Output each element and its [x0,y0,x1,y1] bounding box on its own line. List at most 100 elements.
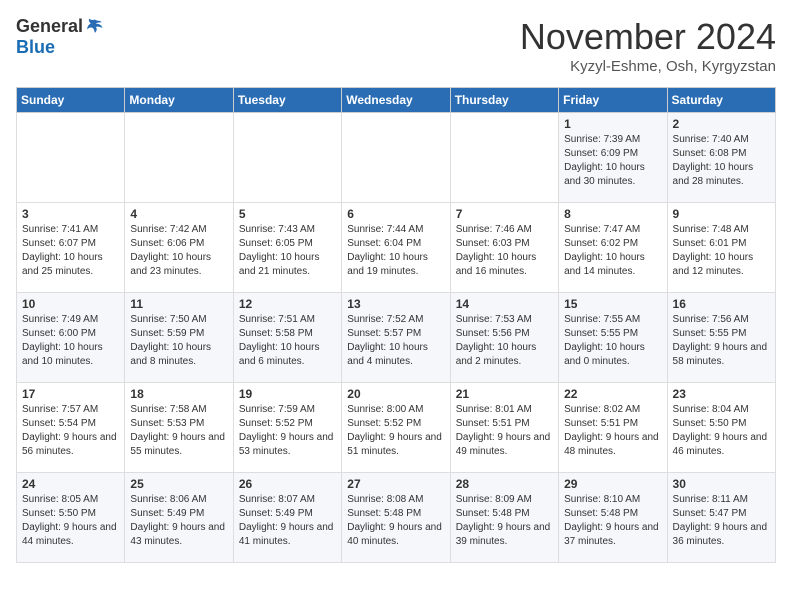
header-row: SundayMondayTuesdayWednesdayThursdayFrid… [17,88,776,113]
day-info: Sunrise: 8:07 AMSunset: 5:49 PMDaylight:… [239,493,336,549]
day-info: Sunrise: 7:50 AMSunset: 5:59 PMDaylight:… [130,313,227,369]
day-info: Sunrise: 7:56 AMSunset: 5:55 PMDaylight:… [673,313,770,369]
title-section: November 2024 Kyzyl-Eshme, Osh, Kyrgyzst… [520,16,776,75]
header-day-monday: Monday [125,88,233,113]
logo-bird-icon [85,17,105,37]
day-info: Sunrise: 7:58 AMSunset: 5:53 PMDaylight:… [130,403,227,459]
calendar-cell [233,113,341,203]
day-number: 19 [239,387,336,401]
day-number: 29 [564,477,661,491]
calendar-cell: 13Sunrise: 7:52 AMSunset: 5:57 PMDayligh… [342,293,450,383]
calendar-cell: 11Sunrise: 7:50 AMSunset: 5:59 PMDayligh… [125,293,233,383]
calendar-cell: 7 Sunrise: 7:46 AMSunset: 6:03 PMDaylight… [450,203,558,293]
day-number: 23 [673,387,770,401]
header-day-thursday: Thursday [450,88,558,113]
day-info: Sunrise: 7:59 AMSunset: 5:52 PMDaylight:… [239,403,336,459]
header-day-sunday: Sunday [17,88,125,113]
day-number: 30 [673,477,770,491]
calendar-cell [342,113,450,203]
day-info: Sunrise: 8:06 AMSunset: 5:49 PMDaylight:… [130,493,227,549]
day-number: 8 [564,207,661,221]
calendar-cell: 1 Sunrise: 7:39 AMSunset: 6:09 PMDaylight… [559,113,667,203]
calendar-cell: 18 Sunrise: 7:58 AMSunset: 5:53 PMDayligh… [125,383,233,473]
logo-general-text: General [16,16,83,37]
day-number: 20 [347,387,444,401]
day-number: 22 [564,387,661,401]
calendar-cell: 25 Sunrise: 8:06 AMSunset: 5:49 PMDayligh… [125,473,233,563]
day-number: 4 [130,207,227,221]
day-info: Sunrise: 8:11 AMSunset: 5:47 PMDaylight:… [673,493,770,549]
day-info: Sunrise: 7:42 AMSunset: 6:06 PMDaylight:… [130,223,227,279]
calendar-header: SundayMondayTuesdayWednesdayThursdayFrid… [17,88,776,113]
calendar-week-2: 3 Sunrise: 7:41 AMSunset: 6:07 PMDaylight… [17,203,776,293]
calendar-cell: 10Sunrise: 7:49 AMSunset: 6:00 PMDayligh… [17,293,125,383]
day-number: 18 [130,387,227,401]
day-info: Sunrise: 7:39 AMSunset: 6:09 PMDaylight:… [564,133,661,189]
header-day-wednesday: Wednesday [342,88,450,113]
calendar-cell: 3 Sunrise: 7:41 AMSunset: 6:07 PMDaylight… [17,203,125,293]
calendar-table: SundayMondayTuesdayWednesdayThursdayFrid… [16,87,776,563]
calendar-cell: 8Sunrise: 7:47 AMSunset: 6:02 PMDaylight… [559,203,667,293]
day-info: Sunrise: 7:44 AMSunset: 6:04 PMDaylight:… [347,223,444,279]
day-info: Sunrise: 7:46 AMSunset: 6:03 PMDaylight:… [456,223,553,279]
calendar-cell: 26Sunrise: 8:07 AMSunset: 5:49 PMDayligh… [233,473,341,563]
calendar-week-5: 24 Sunrise: 8:05 AMSunset: 5:50 PMDayligh… [17,473,776,563]
day-info: Sunrise: 8:08 AMSunset: 5:48 PMDaylight:… [347,493,444,549]
calendar-cell [125,113,233,203]
calendar-cell: 21Sunrise: 8:01 AMSunset: 5:51 PMDayligh… [450,383,558,473]
day-info: Sunrise: 8:05 AMSunset: 5:50 PMDaylight:… [22,493,119,549]
calendar-cell: 4 Sunrise: 7:42 AMSunset: 6:06 PMDaylight… [125,203,233,293]
day-info: Sunrise: 8:10 AMSunset: 5:48 PMDaylight:… [564,493,661,549]
calendar-cell [17,113,125,203]
calendar-cell: 6 Sunrise: 7:44 AMSunset: 6:04 PMDaylight… [342,203,450,293]
day-number: 17 [22,387,119,401]
calendar-cell: 22 Sunrise: 8:02 AMSunset: 5:51 PMDayligh… [559,383,667,473]
day-info: Sunrise: 7:51 AMSunset: 5:58 PMDaylight:… [239,313,336,369]
day-info: Sunrise: 8:04 AMSunset: 5:50 PMDaylight:… [673,403,770,459]
day-number: 28 [456,477,553,491]
header-day-tuesday: Tuesday [233,88,341,113]
day-info: Sunrise: 8:00 AMSunset: 5:52 PMDaylight:… [347,403,444,459]
day-info: Sunrise: 7:49 AMSunset: 6:00 PMDaylight:… [22,313,119,369]
logo: General Blue [16,16,105,58]
calendar-cell: 20 Sunrise: 8:00 AMSunset: 5:52 PMDayligh… [342,383,450,473]
calendar-week-4: 17 Sunrise: 7:57 AMSunset: 5:54 PMDayligh… [17,383,776,473]
day-info: Sunrise: 7:55 AMSunset: 5:55 PMDaylight:… [564,313,661,369]
calendar-cell: 23 Sunrise: 8:04 AMSunset: 5:50 PMDayligh… [667,383,775,473]
day-number: 5 [239,207,336,221]
calendar-cell: 27 Sunrise: 8:08 AMSunset: 5:48 PMDayligh… [342,473,450,563]
calendar-cell: 30 Sunrise: 8:11 AMSunset: 5:47 PMDayligh… [667,473,775,563]
day-info: Sunrise: 8:02 AMSunset: 5:51 PMDaylight:… [564,403,661,459]
header-day-saturday: Saturday [667,88,775,113]
day-info: Sunrise: 7:57 AMSunset: 5:54 PMDaylight:… [22,403,119,459]
calendar-cell: 12 Sunrise: 7:51 AMSunset: 5:58 PMDayligh… [233,293,341,383]
day-number: 6 [347,207,444,221]
day-number: 27 [347,477,444,491]
day-info: Sunrise: 7:40 AMSunset: 6:08 PMDaylight:… [673,133,770,189]
day-info: Sunrise: 7:53 AMSunset: 5:56 PMDaylight:… [456,313,553,369]
day-number: 1 [564,117,661,131]
calendar-week-3: 10Sunrise: 7:49 AMSunset: 6:00 PMDayligh… [17,293,776,383]
day-number: 7 [456,207,553,221]
day-info: Sunrise: 7:52 AMSunset: 5:57 PMDaylight:… [347,313,444,369]
calendar-cell: 16 Sunrise: 7:56 AMSunset: 5:55 PMDayligh… [667,293,775,383]
day-info: Sunrise: 7:41 AMSunset: 6:07 PMDaylight:… [22,223,119,279]
calendar-cell: 29 Sunrise: 8:10 AMSunset: 5:48 PMDayligh… [559,473,667,563]
calendar-cell: 5 Sunrise: 7:43 AMSunset: 6:05 PMDaylight… [233,203,341,293]
calendar-cell: 24 Sunrise: 8:05 AMSunset: 5:50 PMDayligh… [17,473,125,563]
day-info: Sunrise: 7:48 AMSunset: 6:01 PMDaylight:… [673,223,770,279]
day-info: Sunrise: 8:09 AMSunset: 5:48 PMDaylight:… [456,493,553,549]
calendar-cell: 14Sunrise: 7:53 AMSunset: 5:56 PMDayligh… [450,293,558,383]
day-number: 16 [673,297,770,311]
day-number: 2 [673,117,770,131]
header-day-friday: Friday [559,88,667,113]
day-number: 25 [130,477,227,491]
day-number: 3 [22,207,119,221]
calendar-cell: 17 Sunrise: 7:57 AMSunset: 5:54 PMDayligh… [17,383,125,473]
location-text: Kyzyl-Eshme, Osh, Kyrgyzstan [520,58,776,75]
day-info: Sunrise: 7:43 AMSunset: 6:05 PMDaylight:… [239,223,336,279]
day-number: 24 [22,477,119,491]
day-number: 12 [239,297,336,311]
calendar-cell: 28 Sunrise: 8:09 AMSunset: 5:48 PMDayligh… [450,473,558,563]
day-info: Sunrise: 8:01 AMSunset: 5:51 PMDaylight:… [456,403,553,459]
